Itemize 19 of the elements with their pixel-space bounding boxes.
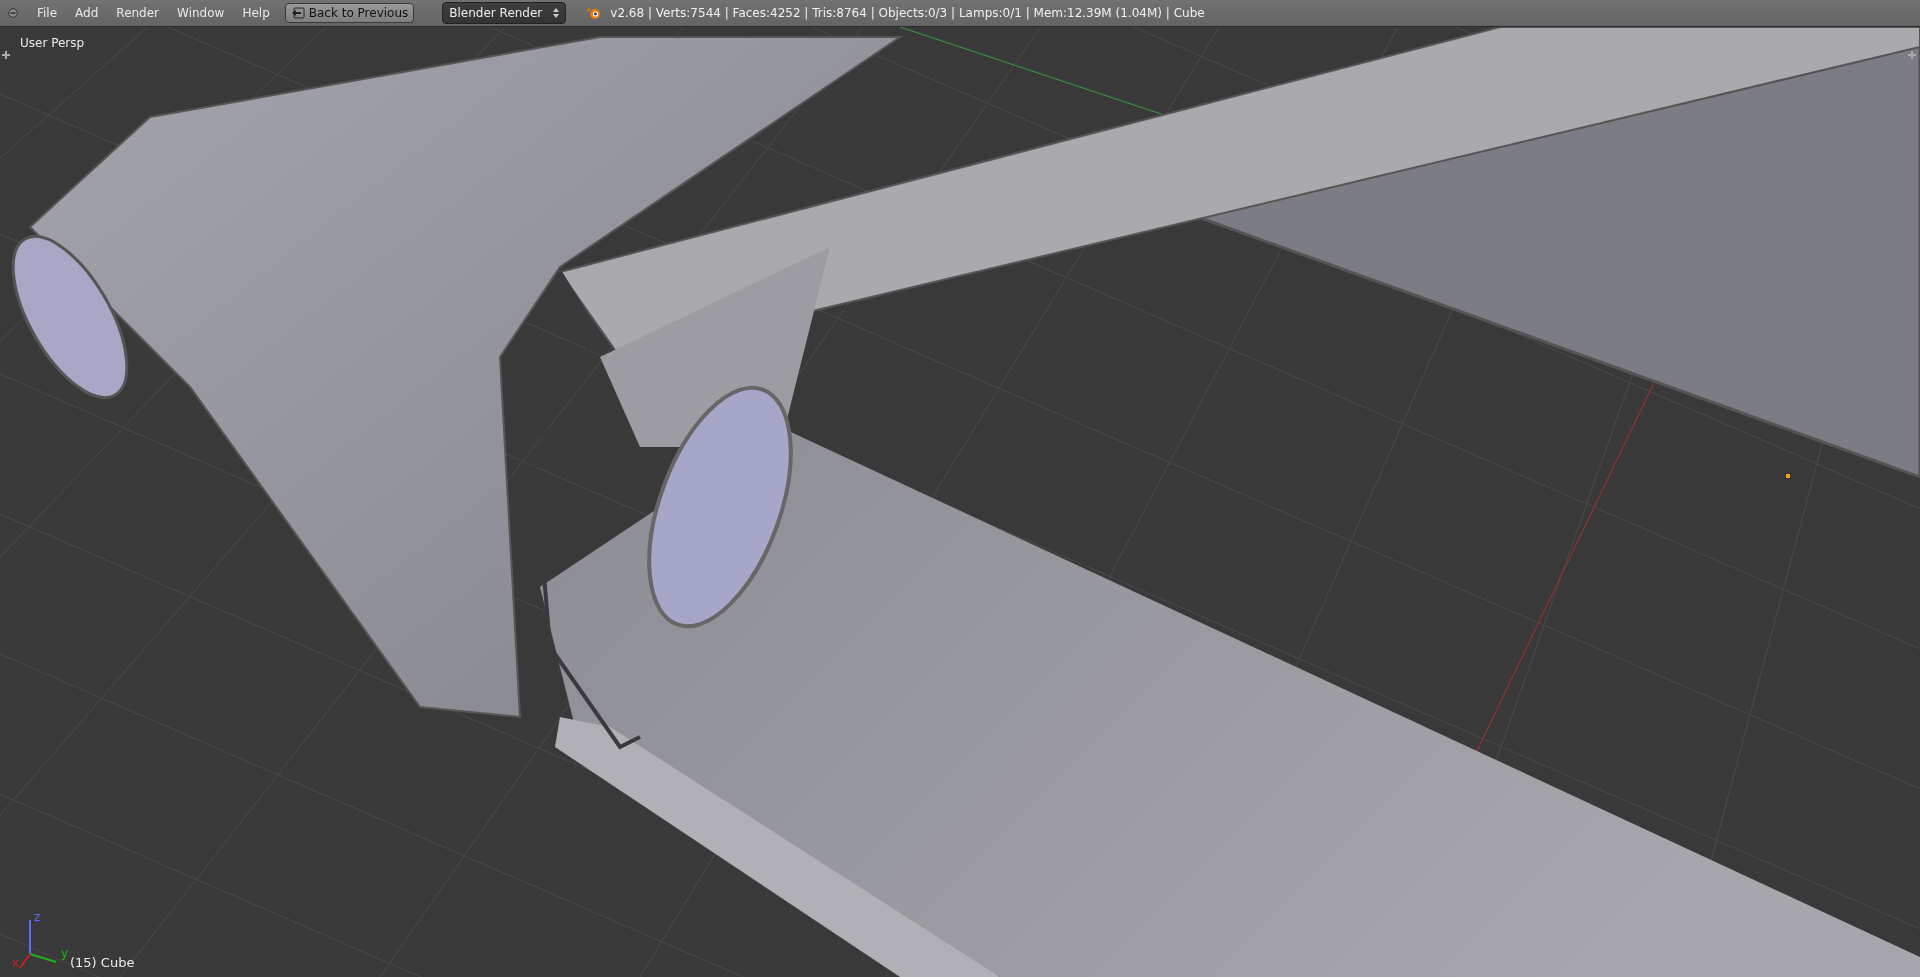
object-origin-icon xyxy=(1784,472,1792,480)
menu-item[interactable]: File xyxy=(28,3,67,23)
blender-logo-icon xyxy=(586,6,603,20)
menu-item[interactable]: Add xyxy=(66,3,108,23)
back-to-previous-button[interactable]: Back to Previous xyxy=(284,3,415,23)
expand-icon[interactable] xyxy=(2,51,10,59)
collapse-icon[interactable] xyxy=(8,8,18,18)
menu-item[interactable]: Render xyxy=(107,3,169,23)
menu-item[interactable]: Help xyxy=(233,3,279,23)
axis-label: y xyxy=(61,946,69,960)
axis-label: x xyxy=(12,956,20,970)
axis-label: z xyxy=(34,910,41,924)
active-object-label: (15) Cube xyxy=(70,955,135,970)
scene-statistics: v2.68 | Verts:7544 | Faces:4252 | Tris:8764 | Objects:0/3 | Lamps:0/1 | Mem:12.39M (1.04M) | Cube xyxy=(610,6,1205,20)
view-label: User Persp xyxy=(20,36,85,50)
up-down-arrows-icon xyxy=(553,7,560,19)
render-engine-dropdown[interactable]: Blender Render xyxy=(442,2,567,24)
menu-item[interactable]: Window xyxy=(168,3,234,23)
screen-back-icon xyxy=(290,7,305,19)
